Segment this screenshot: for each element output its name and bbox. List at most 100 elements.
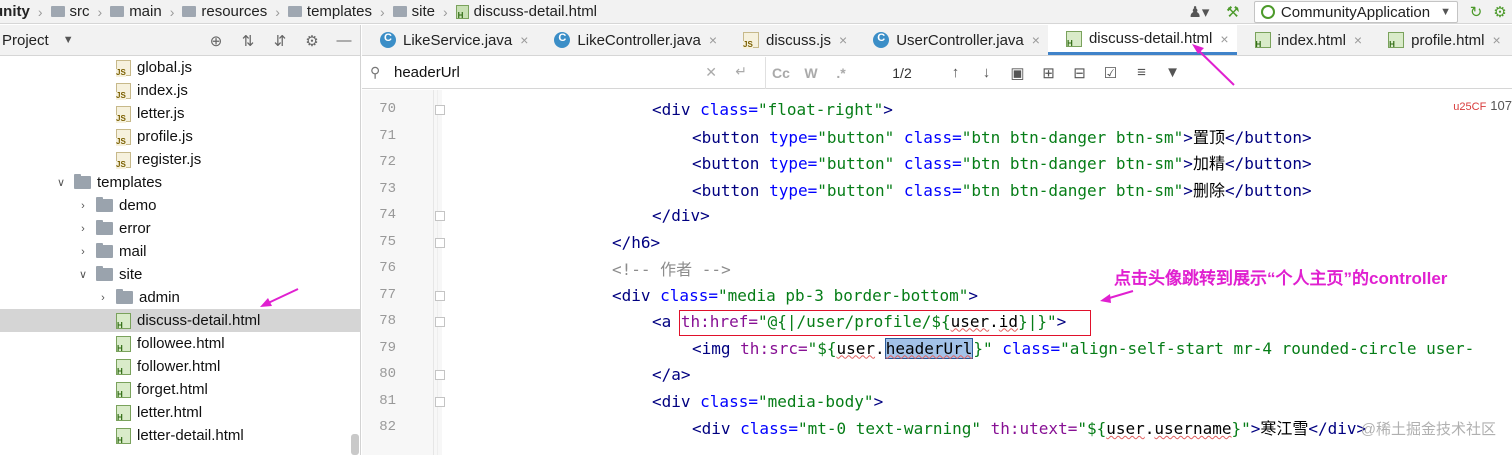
chevron-right-icon[interactable]: › [76, 200, 90, 212]
user-icon[interactable]: ♟▾ [1182, 0, 1216, 24]
tree-item[interactable]: ∨ site [0, 263, 360, 286]
fold-marker-icon[interactable] [435, 370, 445, 380]
code-token: </a> [652, 364, 691, 384]
fold-marker-icon[interactable] [435, 105, 445, 115]
search-match-highlight: headerUrl [884, 337, 974, 359]
fold-marker-icon[interactable] [435, 397, 445, 407]
chevron-right-icon[interactable]: › [76, 223, 90, 235]
tree-item[interactable]: › mail [0, 240, 360, 263]
close-icon[interactable]: × [839, 32, 847, 48]
breadcrumb-item-src[interactable]: src [50, 3, 90, 20]
line-number: 72 [379, 154, 396, 171]
code-token: </h6> [612, 232, 661, 252]
expand-all-icon[interactable]: ⇅ [232, 25, 264, 56]
multiline-icon[interactable]: ≡ [1126, 57, 1157, 89]
fold-marker-icon[interactable] [435, 317, 445, 327]
code-token: "mt-0 text-warning" [797, 419, 981, 439]
new-line-icon[interactable]: ↵ [735, 63, 747, 80]
breadcrumb-item-site[interactable]: site [392, 3, 435, 20]
editor-tab[interactable]: UserController.java × [855, 25, 1048, 55]
editor-tab[interactable]: index.html × [1237, 25, 1371, 55]
close-icon[interactable]: × [1220, 31, 1228, 47]
breadcrumb-label: src [69, 3, 90, 20]
tree-item[interactable]: letter.html [0, 401, 360, 424]
line-number: 81 [379, 393, 396, 410]
rerun-icon[interactable]: ↻ [1464, 0, 1488, 24]
close-icon[interactable]: × [520, 32, 528, 48]
close-icon[interactable]: × [1354, 32, 1362, 48]
close-icon[interactable]: × [1032, 32, 1040, 48]
code-editor[interactable]: 70 <div class="float-right"> 71 <button … [362, 90, 1512, 455]
line-number: 71 [379, 128, 396, 145]
arrow-up-icon[interactable]: ↑ [940, 57, 971, 89]
build-hammer-icon[interactable]: ⚒ [1216, 0, 1250, 24]
fold-marker-icon[interactable] [435, 211, 445, 221]
tree-item[interactable]: global.js [0, 56, 360, 79]
select-all-icon[interactable]: ☑ [1095, 57, 1126, 89]
filter-icon[interactable]: ▼ [1157, 57, 1188, 89]
regex-toggle[interactable]: .* [826, 57, 856, 89]
breadcrumb-item-resources[interactable]: resources [182, 3, 267, 20]
tree-item[interactable]: followee.html [0, 332, 360, 355]
search-icon[interactable]: ⚲ [370, 64, 388, 81]
editor-tab[interactable]: LikeService.java × [362, 25, 536, 55]
breadcrumb-item-project[interactable]: unity [0, 3, 30, 20]
error-count-badge[interactable]: 107 [1453, 98, 1512, 113]
code-line: 79 <img th:src="${user.headerUrl}" class… [362, 335, 1512, 361]
close-icon[interactable]: × [1492, 32, 1500, 48]
html-file-icon [116, 381, 131, 399]
tree-item[interactable]: profile.js [0, 125, 360, 148]
chevron-down-icon[interactable]: ∨ [54, 176, 68, 189]
breadcrumb-item-main[interactable]: main [110, 3, 162, 20]
fold-marker-icon[interactable] [435, 291, 445, 301]
chevron-right-icon[interactable]: › [76, 246, 90, 258]
tree-item[interactable]: ∨ templates [0, 171, 360, 194]
scrollbar[interactable] [351, 434, 359, 455]
breadcrumb-item-file[interactable]: discuss-detail.html [455, 3, 597, 20]
tree-item[interactable]: discuss-detail.html [0, 309, 360, 332]
tab-label: UserController.java [896, 31, 1024, 49]
project-tool-window: Project ▼ ⊕ ⇅ ⇵ ⚙ — global.js index.js let… [0, 25, 361, 455]
clear-icon[interactable]: ✕ [705, 64, 717, 81]
tree-item[interactable]: index.js [0, 79, 360, 102]
code-text: <!-- 作者 --> [612, 256, 731, 280]
editor-tab[interactable]: discuss-detail.html × [1047, 25, 1237, 55]
match-case-toggle[interactable]: Cc [766, 57, 796, 89]
editor-tab[interactable]: LikeController.java × [536, 25, 725, 55]
locate-file-icon[interactable]: ⊕ [200, 25, 232, 56]
project-pane-title[interactable]: Project [2, 32, 49, 49]
chevron-down-icon[interactable]: ▼ [63, 34, 74, 46]
tree-item-label: follower.html [137, 358, 221, 375]
select-all-occurrences-icon[interactable]: ▣ [1002, 57, 1033, 89]
whole-words-toggle[interactable]: W [796, 57, 826, 89]
fold-marker-icon[interactable] [435, 238, 445, 248]
breadcrumb-label: resources [201, 3, 268, 20]
breadcrumb-item-templates[interactable]: templates [287, 3, 372, 20]
tree-item[interactable]: › demo [0, 194, 360, 217]
chevron-down-icon[interactable]: ∨ [76, 268, 90, 281]
collapse-all-icon[interactable]: ⇵ [264, 25, 296, 56]
editor-tab[interactable]: discuss.js × [725, 25, 855, 55]
gear-icon[interactable]: ⚙ [296, 25, 328, 56]
run-configuration-select[interactable]: CommunityApplication ▼ [1253, 1, 1458, 23]
close-icon[interactable]: × [709, 32, 717, 48]
code-token: username [1154, 419, 1232, 439]
tree-item[interactable]: follower.html [0, 355, 360, 378]
tree-item[interactable]: register.js [0, 148, 360, 171]
remove-selection-icon[interactable]: ⊟ [1064, 57, 1095, 89]
tree-item[interactable]: forget.html [0, 378, 360, 401]
search-input[interactable] [394, 64, 694, 81]
tree-item-label: forget.html [137, 381, 208, 398]
add-selection-icon[interactable]: ⊞ [1033, 57, 1064, 89]
hide-pane-icon[interactable]: — [328, 25, 360, 56]
tree-item[interactable]: › error [0, 217, 360, 240]
editor-tab[interactable]: profile.html × [1370, 25, 1509, 55]
js-file-icon [116, 128, 131, 146]
tree-item[interactable]: letter-detail.html [0, 424, 360, 447]
arrow-down-icon[interactable]: ↓ [971, 57, 1002, 89]
html-file-icon [116, 358, 131, 376]
tree-item[interactable]: › admin [0, 286, 360, 309]
chevron-right-icon[interactable]: › [96, 292, 110, 304]
tree-item[interactable]: letter.js [0, 102, 360, 125]
debug-icon[interactable]: ⚙ [1488, 0, 1512, 24]
